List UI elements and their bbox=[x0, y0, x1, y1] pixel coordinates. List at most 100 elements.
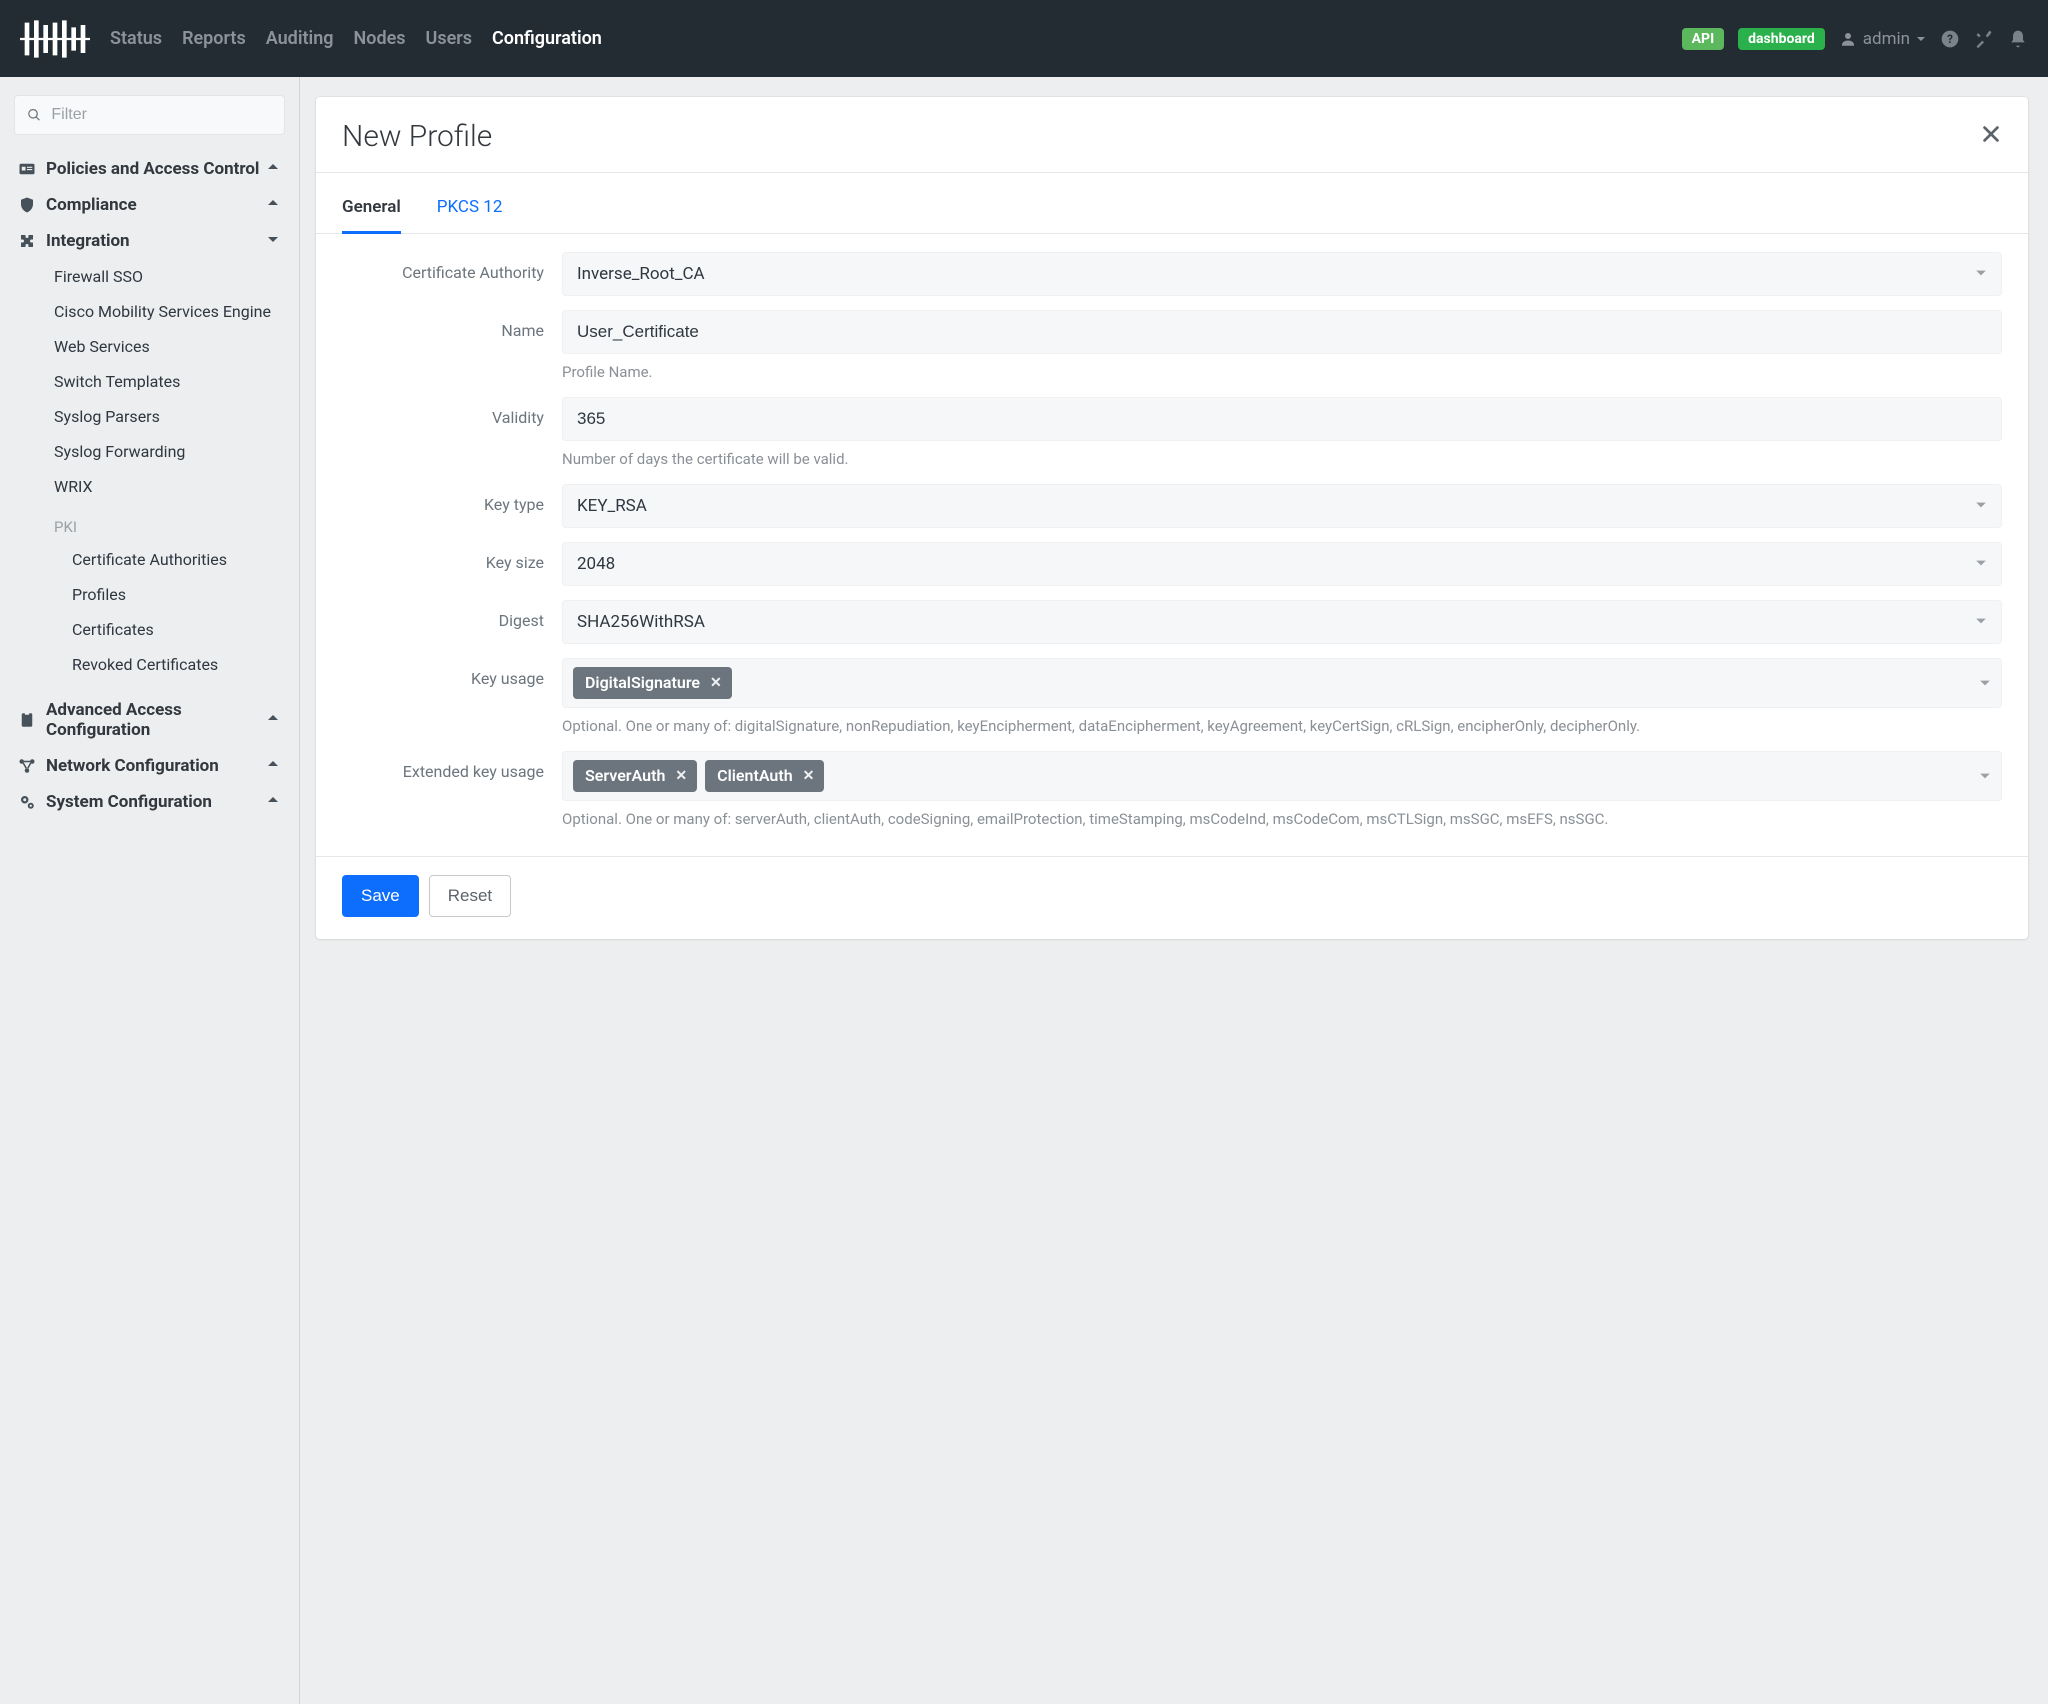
chevron-up-icon bbox=[265, 710, 281, 730]
tag-remove-icon[interactable]: ✕ bbox=[710, 675, 722, 691]
label-digest: Digest bbox=[342, 600, 562, 630]
sidebar-item-revoked-certificates[interactable]: Revoked Certificates bbox=[14, 647, 285, 682]
sidebar-item-certificates[interactable]: Certificates bbox=[14, 612, 285, 647]
sidebar-label: Network Configuration bbox=[46, 756, 265, 776]
sidebar-item-system[interactable]: System Configuration bbox=[14, 784, 285, 820]
sidebar-item-compliance[interactable]: Compliance bbox=[14, 187, 285, 223]
main-content: New Profile General PKCS 12 Certificate … bbox=[300, 77, 2048, 1704]
save-button[interactable]: Save bbox=[342, 875, 419, 917]
label-keysize: Key size bbox=[342, 542, 562, 572]
multiselect-extkeyusage[interactable]: ServerAuth ✕ ClientAuth ✕ bbox=[562, 751, 2002, 801]
bell-icon[interactable] bbox=[2008, 29, 2028, 49]
sidebar-item-firewall-sso[interactable]: Firewall SSO bbox=[14, 259, 285, 294]
tag-remove-icon[interactable]: ✕ bbox=[675, 768, 687, 784]
select-ca-value: Inverse_Root_CA bbox=[577, 264, 705, 284]
help-extkeyusage: Optional. One or many of: serverAuth, cl… bbox=[562, 809, 2002, 830]
input-validity-wrapper[interactable] bbox=[562, 397, 2002, 441]
gears-icon bbox=[18, 793, 46, 811]
caret-down-icon bbox=[1916, 34, 1926, 44]
select-ca[interactable]: Inverse_Root_CA bbox=[562, 252, 2002, 296]
sidebar-item-integration[interactable]: Integration bbox=[14, 223, 285, 259]
sidebar-item-web-services[interactable]: Web Services bbox=[14, 329, 285, 364]
shield-icon bbox=[18, 196, 46, 214]
label-extkeyusage: Extended key usage bbox=[342, 751, 562, 781]
label-keytype: Key type bbox=[342, 484, 562, 514]
card-header: New Profile bbox=[316, 97, 2028, 172]
label-validity: Validity bbox=[342, 397, 562, 427]
close-icon[interactable] bbox=[1980, 123, 2002, 151]
tag-label: ServerAuth bbox=[585, 766, 665, 785]
svg-text:?: ? bbox=[1947, 32, 1953, 46]
caret-down-icon bbox=[1975, 612, 1987, 632]
input-name-wrapper[interactable] bbox=[562, 310, 2002, 354]
sidebar-label: Policies and Access Control bbox=[46, 159, 265, 179]
sidebar-item-advanced[interactable]: Advanced Access Configuration bbox=[14, 692, 285, 748]
tools-icon[interactable] bbox=[1974, 29, 1994, 49]
sidebar-item-certificate-authorities[interactable]: Certificate Authorities bbox=[14, 542, 285, 577]
help-icon[interactable]: ? bbox=[1940, 29, 1960, 49]
user-icon bbox=[1839, 30, 1857, 48]
nav-users[interactable]: Users bbox=[426, 28, 473, 49]
search-icon bbox=[27, 107, 41, 123]
nav-nodes[interactable]: Nodes bbox=[354, 28, 406, 49]
sidebar-item-policies[interactable]: Policies and Access Control bbox=[14, 151, 285, 187]
tag-digitalsignature: DigitalSignature ✕ bbox=[573, 667, 732, 699]
tag-remove-icon[interactable]: ✕ bbox=[803, 768, 815, 784]
help-name: Profile Name. bbox=[562, 362, 2002, 383]
sidebar: Policies and Access Control Compliance I… bbox=[0, 77, 300, 1704]
chevron-up-icon bbox=[265, 195, 281, 215]
puzzle-icon bbox=[18, 232, 46, 250]
label-name: Name bbox=[342, 310, 562, 340]
nav-reports[interactable]: Reports bbox=[182, 28, 246, 49]
tab-pkcs12[interactable]: PKCS 12 bbox=[437, 183, 503, 233]
nav-configuration[interactable]: Configuration bbox=[492, 28, 602, 49]
card-footer: Save Reset bbox=[316, 856, 2028, 939]
input-validity[interactable] bbox=[577, 409, 1987, 429]
nav-auditing[interactable]: Auditing bbox=[266, 28, 334, 49]
help-keyusage: Optional. One or many of: digitalSignatu… bbox=[562, 716, 2002, 737]
chevron-up-icon bbox=[265, 792, 281, 812]
tag-clientauth: ClientAuth ✕ bbox=[705, 760, 824, 792]
network-icon bbox=[18, 757, 46, 775]
clipboard-icon bbox=[18, 711, 46, 729]
sidebar-item-switch-templates[interactable]: Switch Templates bbox=[14, 364, 285, 399]
sidebar-item-wrix[interactable]: WRIX bbox=[14, 469, 285, 504]
select-keytype[interactable]: KEY_RSA bbox=[562, 484, 2002, 528]
nav-status[interactable]: Status bbox=[110, 28, 162, 49]
filter-input[interactable] bbox=[51, 106, 272, 124]
reset-button[interactable]: Reset bbox=[429, 875, 511, 917]
sidebar-label: Advanced Access Configuration bbox=[46, 700, 265, 740]
dashboard-badge[interactable]: dashboard bbox=[1738, 28, 1825, 50]
sidebar-item-network[interactable]: Network Configuration bbox=[14, 748, 285, 784]
select-digest[interactable]: SHA256WithRSA bbox=[562, 600, 2002, 644]
user-label: admin bbox=[1863, 29, 1910, 49]
sidebar-item-syslog-parsers[interactable]: Syslog Parsers bbox=[14, 399, 285, 434]
select-keysize[interactable]: 2048 bbox=[562, 542, 2002, 586]
caret-down-icon bbox=[1975, 554, 1987, 574]
tab-general[interactable]: General bbox=[342, 183, 401, 233]
sidebar-item-cisco-mse[interactable]: Cisco Mobility Services Engine bbox=[14, 294, 285, 329]
caret-down-icon bbox=[1975, 264, 1987, 284]
caret-down-icon bbox=[1979, 767, 1991, 786]
sidebar-label: Integration bbox=[46, 231, 265, 251]
label-keyusage: Key usage bbox=[342, 658, 562, 688]
label-ca: Certificate Authority bbox=[342, 252, 562, 282]
user-menu[interactable]: admin bbox=[1839, 29, 1926, 49]
select-keytype-value: KEY_RSA bbox=[577, 496, 647, 516]
api-badge[interactable]: API bbox=[1682, 28, 1725, 50]
tag-label: ClientAuth bbox=[717, 766, 793, 785]
filter-input-wrapper[interactable] bbox=[14, 95, 285, 135]
multiselect-keyusage[interactable]: DigitalSignature ✕ bbox=[562, 658, 2002, 708]
sidebar-item-profiles[interactable]: Profiles bbox=[14, 577, 285, 612]
form: Certificate Authority Inverse_Root_CA Na… bbox=[316, 234, 2028, 856]
app-header: Status Reports Auditing Nodes Users Conf… bbox=[0, 0, 2048, 77]
logo bbox=[20, 18, 90, 60]
sidebar-item-syslog-forwarding[interactable]: Syslog Forwarding bbox=[14, 434, 285, 469]
input-name[interactable] bbox=[577, 322, 1987, 342]
select-keysize-value: 2048 bbox=[577, 554, 615, 574]
sidebar-group-pki: PKI bbox=[14, 504, 285, 542]
sidebar-label: Compliance bbox=[46, 195, 265, 215]
caret-down-icon bbox=[1975, 496, 1987, 516]
main-nav: Status Reports Auditing Nodes Users Conf… bbox=[110, 28, 1682, 49]
chevron-down-icon bbox=[265, 231, 281, 251]
